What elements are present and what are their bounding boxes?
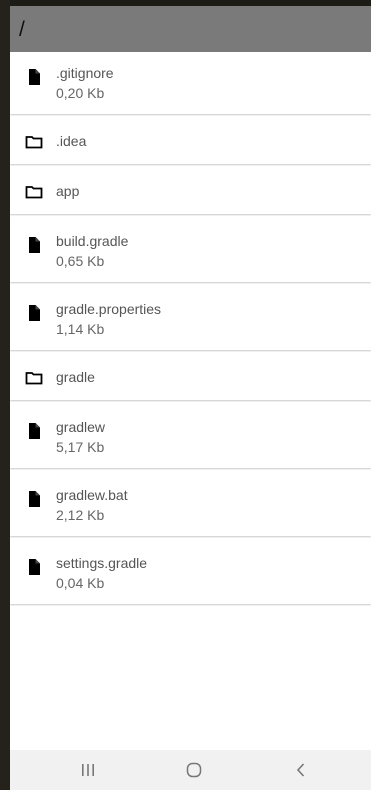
- item-size: 0,04 Kb: [56, 575, 105, 591]
- folder-item[interactable]: .idea: [10, 120, 371, 164]
- item-name: gradlew: [56, 419, 106, 435]
- recents-button[interactable]: [58, 750, 118, 790]
- back-button[interactable]: [271, 750, 331, 790]
- home-button[interactable]: [164, 750, 224, 790]
- file-item[interactable]: settings.gradle 0,04 Kb: [10, 542, 371, 604]
- file-item[interactable]: .gitignore 0,20 Kb: [10, 52, 371, 114]
- file-icon: [24, 235, 44, 255]
- item-name: gradle.properties: [56, 301, 162, 317]
- back-icon: [296, 763, 305, 777]
- folder-item[interactable]: app: [10, 170, 371, 214]
- item-name: settings.gradle: [56, 555, 148, 571]
- folder-icon: [24, 182, 44, 202]
- item-name: build.gradle: [56, 233, 129, 249]
- folder-item[interactable]: gradle: [10, 356, 371, 400]
- file-icon: [24, 67, 44, 87]
- item-name: gradlew.bat: [56, 487, 128, 503]
- file-item[interactable]: build.gradle 0,65 Kb: [10, 220, 371, 282]
- item-name: .idea: [56, 133, 87, 149]
- recents-icon: [82, 764, 94, 776]
- item-size: 2,12 Kb: [56, 507, 105, 523]
- file-list: .gitignore 0,20 Kb .idea app build.gradle 0,6…: [10, 52, 371, 604]
- item-size: 1,14 Kb: [56, 321, 105, 337]
- folder-icon: [24, 132, 44, 152]
- item-size: 5,17 Kb: [56, 439, 105, 455]
- file-item[interactable]: gradle.properties 1,14 Kb: [10, 288, 371, 350]
- file-item[interactable]: gradlew.bat 2,12 Kb: [10, 474, 371, 536]
- file-icon: [24, 557, 44, 577]
- home-icon: [186, 762, 202, 778]
- device-bezel-left: [0, 0, 10, 790]
- system-nav-bar: [10, 750, 371, 790]
- app-bar: /: [10, 6, 371, 52]
- item-name: app: [56, 183, 80, 199]
- folder-icon: [24, 368, 44, 388]
- current-path: /: [19, 17, 25, 41]
- item-name: gradle: [56, 369, 95, 385]
- file-item[interactable]: gradlew 5,17 Kb: [10, 406, 371, 468]
- item-size: 0,65 Kb: [56, 253, 105, 269]
- item-size: 0,20 Kb: [56, 85, 105, 101]
- screen: / .gitignore 0,20 Kb .idea app build.gradle 0…: [10, 6, 371, 790]
- item-name: .gitignore: [56, 65, 114, 81]
- file-icon: [24, 489, 44, 509]
- file-icon: [24, 421, 44, 441]
- file-icon: [24, 303, 44, 323]
